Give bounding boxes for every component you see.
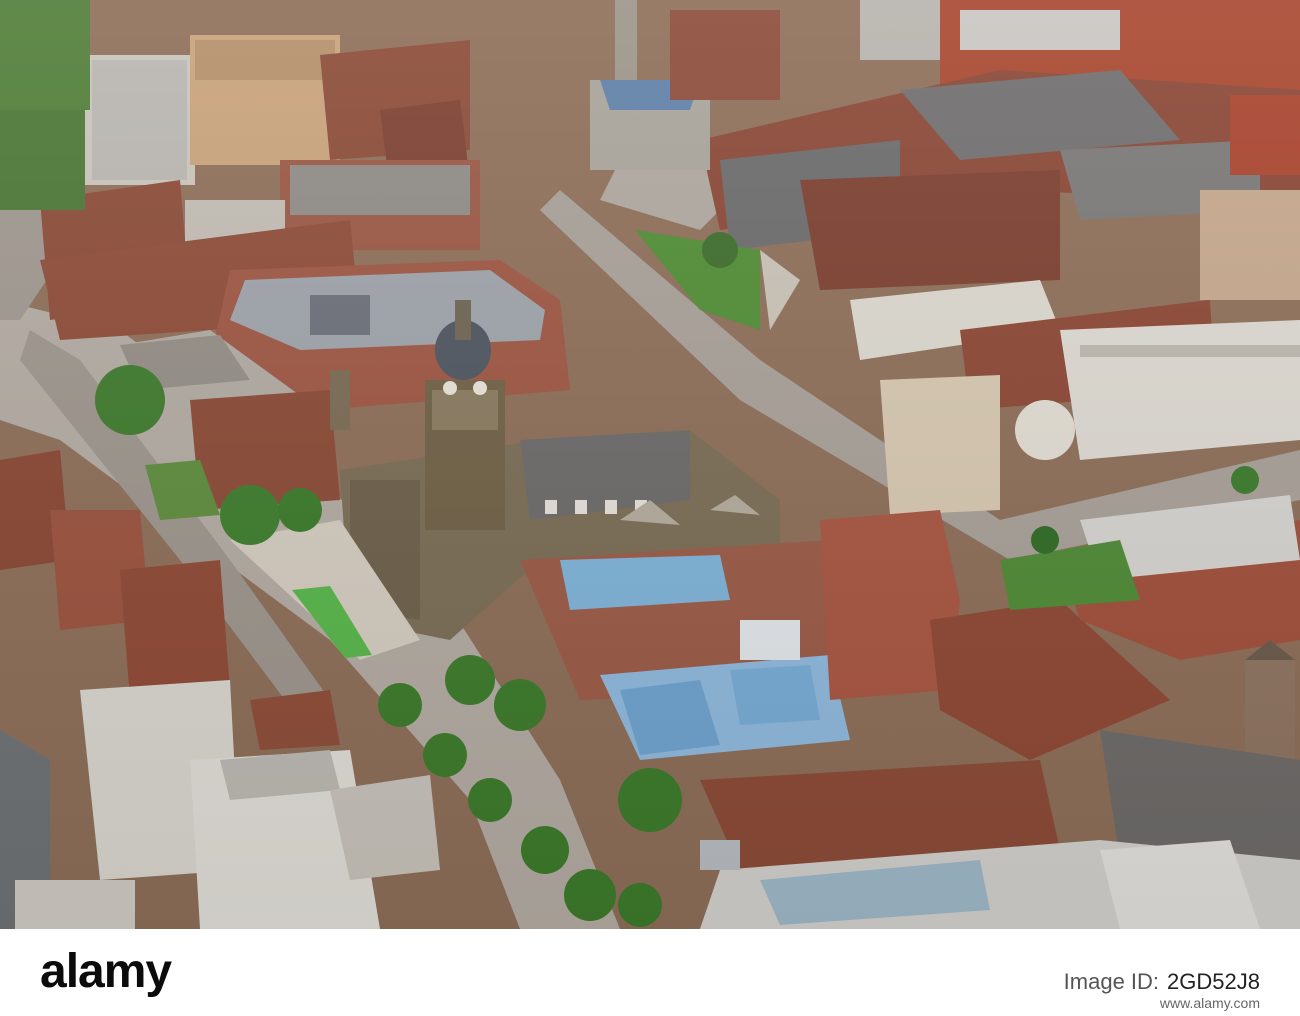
- site-url: www.alamy.com: [1159, 995, 1260, 1011]
- city-aerial-view: [0, 0, 1300, 929]
- image-id-line: Image ID: 2GD52J8: [1064, 969, 1260, 995]
- image-id-value: 2GD52J8: [1167, 969, 1260, 994]
- aerial-photo: [0, 0, 1300, 929]
- alamy-logo: alamy: [40, 945, 172, 998]
- watermark-footer: alamy Image ID: 2GD52J8 www.alamy.com: [0, 929, 1300, 1016]
- brand-text: alamy: [40, 945, 172, 998]
- image-id-label: Image ID:: [1063, 969, 1160, 994]
